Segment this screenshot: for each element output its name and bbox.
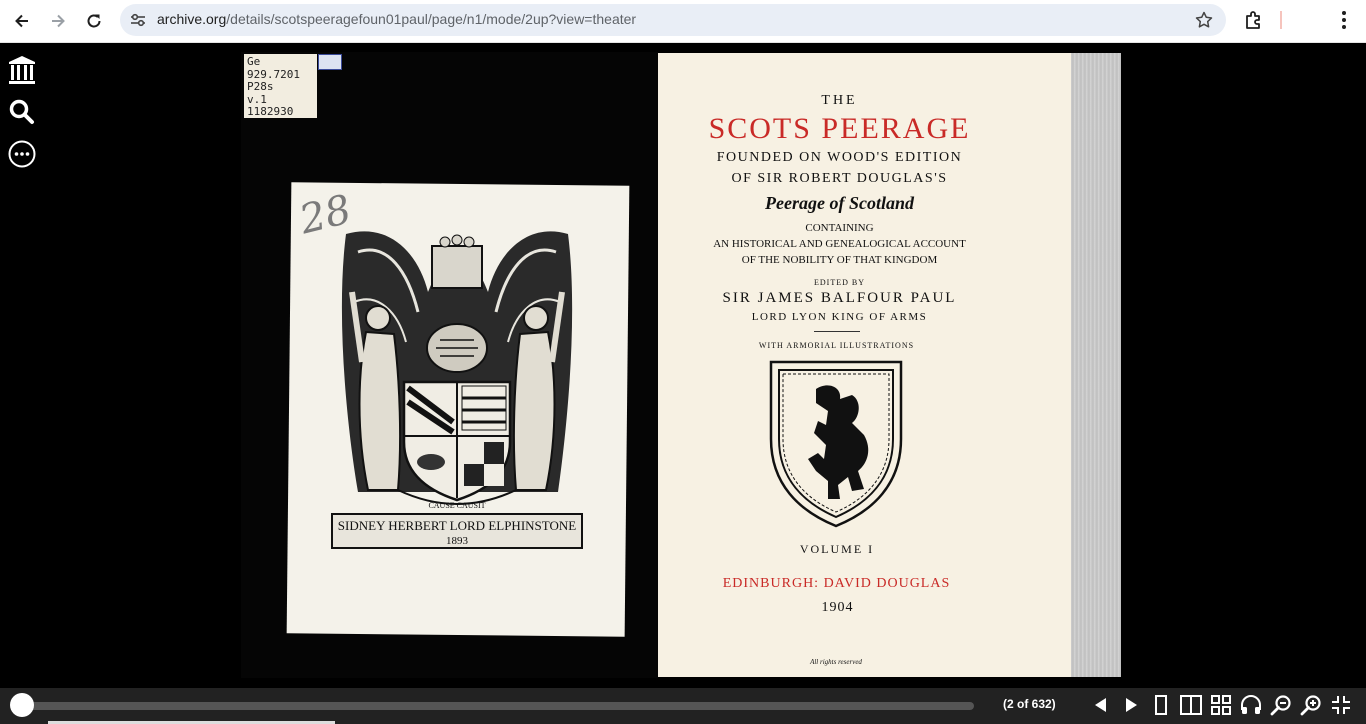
title-rule	[814, 331, 860, 332]
puzzle-icon[interactable]	[1243, 9, 1265, 31]
bookplate-engraving: CAUSE CAUSIT SIDNEY HERBERT LORD ELPHINS…	[331, 231, 583, 549]
next-page-icon[interactable]	[1119, 693, 1143, 717]
bookplate-motto: CAUSE CAUSIT	[428, 501, 485, 510]
thumbnail-view-icon[interactable]	[1209, 693, 1233, 717]
title-volume: VOLUME I	[799, 542, 875, 556]
page-indicator: (2 of 632)	[1003, 697, 1056, 711]
page-edges	[1071, 53, 1121, 677]
address-bar[interactable]: archive.org/details/scotspeeragefoun01pa…	[120, 4, 1226, 36]
title-peerage: Peerage of Scotland	[765, 193, 914, 213]
archive-building-icon[interactable]	[6, 54, 38, 86]
exit-fullscreen-icon[interactable]	[1329, 693, 1353, 717]
kebab-icon[interactable]	[1334, 7, 1354, 33]
call-number-line: Ge	[247, 55, 261, 68]
call-number-line: 1182930	[247, 105, 294, 118]
more-dots-icon[interactable]	[6, 138, 38, 170]
url-host: archive.org	[157, 11, 227, 27]
back-button[interactable]	[8, 7, 36, 35]
tune-icon[interactable]	[128, 10, 148, 30]
zoom-in-icon[interactable]	[1299, 693, 1323, 717]
url-path: /details/scotspeeragefoun01paul/page/n1/…	[226, 11, 637, 27]
arrow-right-icon	[52, 14, 65, 28]
headphones-icon[interactable]	[1239, 693, 1263, 717]
editor-title: LORD LYON KING OF ARMS	[751, 311, 928, 323]
star-icon[interactable]	[1194, 10, 1214, 30]
title-the: THE	[821, 93, 858, 108]
page-slider-handle[interactable]	[10, 693, 34, 717]
previous-page-icon[interactable]	[1089, 693, 1113, 717]
book-title: SCOTS PEERAGE	[708, 112, 971, 145]
page-slider[interactable]	[22, 702, 974, 710]
arrow-left-icon	[15, 14, 28, 28]
title-nobility: OF THE NOBILITY OF THAT KINGDOM	[741, 254, 938, 266]
title-containing: CONTAINING	[805, 222, 874, 234]
reload-icon	[87, 14, 101, 28]
title-account: AN HISTORICAL AND GENEALOGICAL ACCOUNT	[713, 238, 966, 250]
call-number-label: Ge 929.7201 P28s v.1 1182930	[244, 54, 317, 118]
profile-divider	[1280, 11, 1282, 29]
one-page-view-icon[interactable]	[1149, 693, 1173, 717]
title-founded: FOUNDED ON WOOD'S EDITION	[716, 150, 963, 165]
forward-button[interactable]	[44, 7, 72, 35]
title-year: 1904	[821, 600, 854, 615]
editor-name: SIR JAMES BALFOUR PAUL	[722, 290, 957, 306]
title-edited-by: EDITED BY	[814, 278, 865, 287]
two-page-view-icon[interactable]	[1179, 693, 1203, 717]
title-of-sir: OF SIR ROBERT DOUGLAS'S	[731, 171, 948, 186]
title-illustrations: WITH ARMORIAL ILLUSTRATIONS	[758, 341, 915, 350]
library-stamp	[318, 54, 342, 70]
bookplate-banner: SIDNEY HERBERT LORD ELPHINSTONE	[338, 518, 576, 533]
bookplate-year: 1893	[446, 535, 469, 547]
zoom-out-icon[interactable]	[1269, 693, 1293, 717]
call-number-line: P28s	[247, 80, 274, 93]
coat-of-arms-image	[769, 360, 903, 528]
search-icon[interactable]	[6, 96, 38, 128]
title-rights: All rights reserved	[810, 658, 862, 666]
url-text[interactable]: archive.org/details/scotspeeragefoun01pa…	[157, 11, 636, 27]
title-publisher: EDINBURGH: DAVID DOUGLAS	[722, 576, 951, 591]
reload-button[interactable]	[80, 7, 108, 35]
browser-toolbar: archive.org/details/scotspeeragefoun01pa…	[0, 0, 1366, 43]
